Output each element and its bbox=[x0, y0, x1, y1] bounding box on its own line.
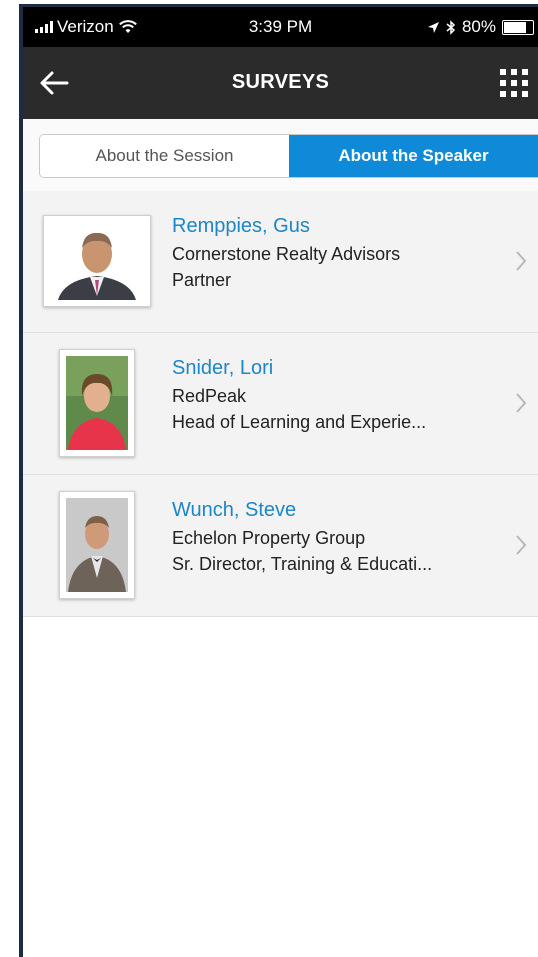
speaker-info: Wunch, Steve Echelon Property Group Sr. … bbox=[172, 499, 432, 580]
speaker-title: Head of Learning and Experie... bbox=[172, 412, 427, 432]
speaker-photo bbox=[59, 491, 135, 599]
speaker-company: RedPeak bbox=[172, 386, 247, 406]
phone-screen: Verizon 3:39 PM 80% SURVEYS About the Se… bbox=[19, 4, 538, 957]
tab-about-speaker[interactable]: About the Speaker bbox=[289, 135, 538, 177]
speaker-info: Remppies, Gus Cornerstone Realty Advisor… bbox=[172, 215, 400, 296]
speaker-name[interactable]: Snider, Lori bbox=[172, 357, 426, 380]
location-arrow-icon bbox=[427, 21, 439, 33]
status-right: 80% bbox=[427, 17, 534, 37]
speaker-row-remppies[interactable]: Remppies, Gus Cornerstone Realty Advisor… bbox=[23, 191, 538, 333]
person-photo-icon bbox=[50, 222, 144, 300]
speaker-photo bbox=[59, 349, 135, 457]
tab-about-session[interactable]: About the Session bbox=[40, 135, 289, 177]
speaker-photo bbox=[43, 215, 151, 307]
chevron-right-icon bbox=[516, 393, 527, 413]
chevron-right-icon bbox=[516, 535, 527, 555]
speaker-title: Sr. Director, Training & Educati... bbox=[172, 554, 433, 574]
speaker-row-snider[interactable]: Snider, Lori RedPeak Head of Learning an… bbox=[23, 333, 538, 475]
nav-bar: SURVEYS bbox=[23, 47, 538, 119]
battery-percent: 80% bbox=[461, 17, 496, 36]
chevron-right-icon bbox=[516, 251, 527, 271]
empty-area bbox=[23, 617, 538, 957]
grid-menu-icon[interactable] bbox=[496, 65, 532, 101]
speaker-name[interactable]: Wunch, Steve bbox=[172, 499, 432, 522]
speaker-name[interactable]: Remppies, Gus bbox=[172, 215, 400, 238]
page-title: SURVEYS bbox=[231, 71, 330, 93]
speaker-company: Echelon Property Group bbox=[172, 528, 366, 548]
bluetooth-icon bbox=[446, 19, 456, 35]
segmented-control: About the Session About the Speaker bbox=[39, 134, 538, 178]
battery-icon bbox=[502, 19, 534, 35]
person-photo-icon bbox=[66, 356, 128, 450]
status-bar: Verizon 3:39 PM 80% bbox=[23, 7, 538, 47]
speaker-info: Snider, Lori RedPeak Head of Learning an… bbox=[172, 357, 426, 438]
speaker-title: Partner bbox=[172, 270, 232, 290]
speaker-row-wunch[interactable]: Wunch, Steve Echelon Property Group Sr. … bbox=[23, 475, 538, 617]
segmented-control-area: About the Session About the Speaker bbox=[23, 119, 538, 191]
speaker-list: Remppies, Gus Cornerstone Realty Advisor… bbox=[23, 191, 538, 617]
person-photo-icon bbox=[66, 498, 128, 592]
speaker-company: Cornerstone Realty Advisors bbox=[172, 244, 401, 264]
